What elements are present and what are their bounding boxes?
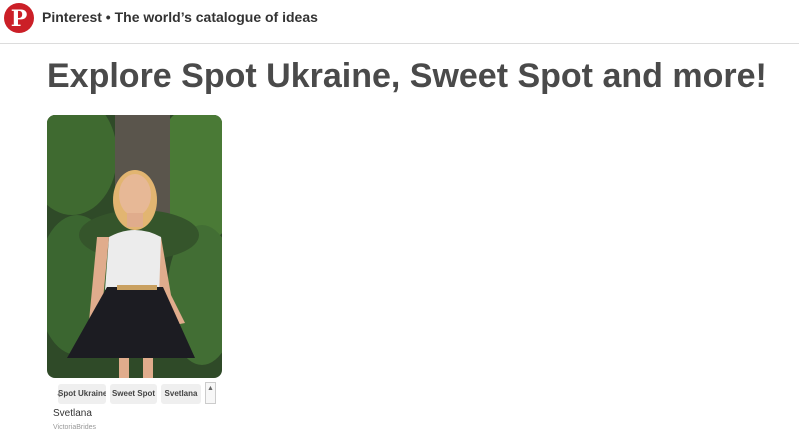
tag-sweet-spot[interactable]: Sweet Spot xyxy=(110,384,157,404)
pin-source[interactable]: VictoriaBrides xyxy=(53,424,96,431)
chevron-left-icon[interactable]: ‹ xyxy=(53,386,65,402)
top-header: P Pinterest • The world’s catalogue of i… xyxy=(0,0,799,44)
logo-letter: P xyxy=(10,5,28,32)
pin-photo xyxy=(47,115,222,378)
pin-tag-carousel: Spot Ukraine Sweet Spot Svetlana ‹ ▲ xyxy=(47,382,217,406)
tag-spot-ukraine[interactable]: Spot Ukraine xyxy=(58,384,106,404)
page-headline: Explore Spot Ukraine, Sweet Spot and mor… xyxy=(47,57,767,95)
site-title[interactable]: Pinterest • The world’s catalogue of ide… xyxy=(42,9,318,25)
pin-title[interactable]: Svetlana xyxy=(53,408,92,419)
chevron-up-icon[interactable]: ▲ xyxy=(205,382,216,404)
pinterest-logo-icon[interactable]: P xyxy=(4,3,34,33)
tag-svetlana[interactable]: Svetlana xyxy=(161,384,201,404)
pin-image[interactable] xyxy=(47,115,222,378)
